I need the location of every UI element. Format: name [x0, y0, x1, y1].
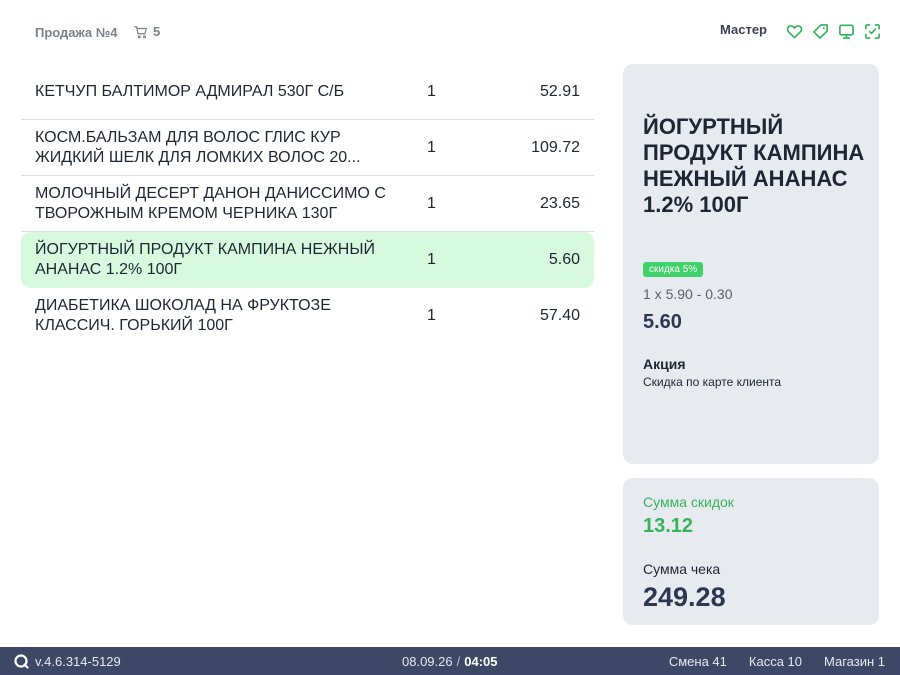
header-actions [785, 22, 881, 40]
table-row[interactable]: КОСМ.БАЛЬЗАМ ДЛЯ ВОЛОС ГЛИС КУР ЖИДКИЙ Ш… [21, 120, 594, 176]
cart-icon [134, 25, 147, 38]
user-name: Мастер [720, 22, 767, 37]
detail-price: 5.60 [643, 311, 682, 333]
item-name: КОСМ.БАЛЬЗАМ ДЛЯ ВОЛОС ГЛИС КУР ЖИДКИЙ Ш… [35, 128, 361, 166]
receipt-total-value: 249.28 [643, 582, 726, 612]
date-time-separator: / [456, 654, 461, 669]
receipt-items-list: КЕТЧУП БАЛТИМОР АДМИРАЛ 530Г С/Б 1 52.91… [21, 64, 594, 344]
discount-total-value: 13.12 [643, 515, 694, 537]
table-row[interactable]: ДИАБЕТИКА ШОКОЛАД НА ФРУКТОЗЕ КЛАССИЧ. Г… [21, 288, 594, 344]
totals-panel: Сумма скидок 13.12 Сумма чека 249.28 [623, 478, 879, 625]
sale-title: Продажа №4 [35, 25, 118, 40]
table-row[interactable]: МОЛОЧНЫЙ ДЕСЕРТ ДАНОН ДАНИССИМО С ТВОРОЖ… [21, 176, 594, 232]
detail-item-name: ЙОГУРТНЫЙ ПРОДУКТ КАМПИНА НЕЖНЫЙ АНАНАС … [643, 114, 865, 217]
item-qty: 1 [427, 194, 436, 212]
promo-title: Акция [643, 356, 686, 372]
item-name: КЕТЧУП БАЛТИМОР АДМИРАЛ 530Г С/Б [35, 82, 345, 100]
header: Продажа №4 5 Мастер [0, 0, 900, 60]
item-qty: 1 [427, 82, 436, 100]
heart-icon[interactable] [785, 22, 803, 40]
item-detail-panel: ЙОГУРТНЫЙ ПРОДУКТ КАМПИНА НЕЖНЫЙ АНАНАС … [623, 64, 879, 464]
item-qty: 1 [427, 307, 436, 324]
register-number: Касса 10 [748, 654, 802, 669]
discount-total-label: Сумма скидок [643, 494, 734, 510]
monitor-icon[interactable] [837, 22, 855, 40]
date-time: 08.09.26/04:05 [402, 654, 497, 669]
cart-count[interactable]: 5 [134, 24, 160, 39]
receipt-total-label: Сумма чека [643, 561, 721, 577]
status-bar: v.4.6.314-5129 08.09.26/04:05 Смена 41 К… [0, 647, 900, 675]
item-sum: 5.60 [548, 251, 580, 268]
table-row-selected[interactable]: ЙОГУРТНЫЙ ПРОДУКТ КАМПИНА НЕЖНЫЙ АНАНАС … [21, 232, 594, 288]
item-sum: 109.72 [531, 138, 580, 156]
price-formula: 1 x 5.90 - 0.30 [643, 286, 733, 302]
item-sum: 52.91 [539, 82, 580, 100]
item-sum: 57.40 [539, 307, 580, 324]
table-row[interactable]: КЕТЧУП БАЛТИМОР АДМИРАЛ 530Г С/Б 1 52.91 [21, 64, 594, 120]
store-number: Магазин 1 [824, 654, 885, 669]
scan-icon[interactable] [863, 22, 881, 40]
item-name: МОЛОЧНЫЙ ДЕСЕРТ ДАНОН ДАНИССИМО С ТВОРОЖ… [35, 184, 386, 222]
cart-count-value: 5 [153, 24, 161, 39]
app-version: v.4.6.314-5129 [35, 654, 121, 669]
item-name: ЙОГУРТНЫЙ ПРОДУКТ КАМПИНА НЕЖНЫЙ АНАНАС … [35, 241, 376, 278]
app-logo-icon [14, 654, 29, 669]
discount-badge: скидка 5% [643, 262, 704, 277]
promo-description: Скидка по карте клиента [643, 375, 782, 389]
item-sum: 23.65 [539, 194, 580, 212]
item-qty: 1 [427, 251, 436, 268]
status-info: Смена 41 Касса 10 Магазин 1 [669, 654, 885, 669]
shift-number: Смена 41 [668, 654, 727, 669]
item-name: ДИАБЕТИКА ШОКОЛАД НА ФРУКТОЗЕ КЛАССИЧ. Г… [35, 297, 331, 334]
item-qty: 1 [427, 138, 436, 156]
time: 04:05 [464, 654, 498, 669]
tag-icon[interactable] [811, 22, 829, 40]
date: 08.09.26 [402, 654, 453, 669]
